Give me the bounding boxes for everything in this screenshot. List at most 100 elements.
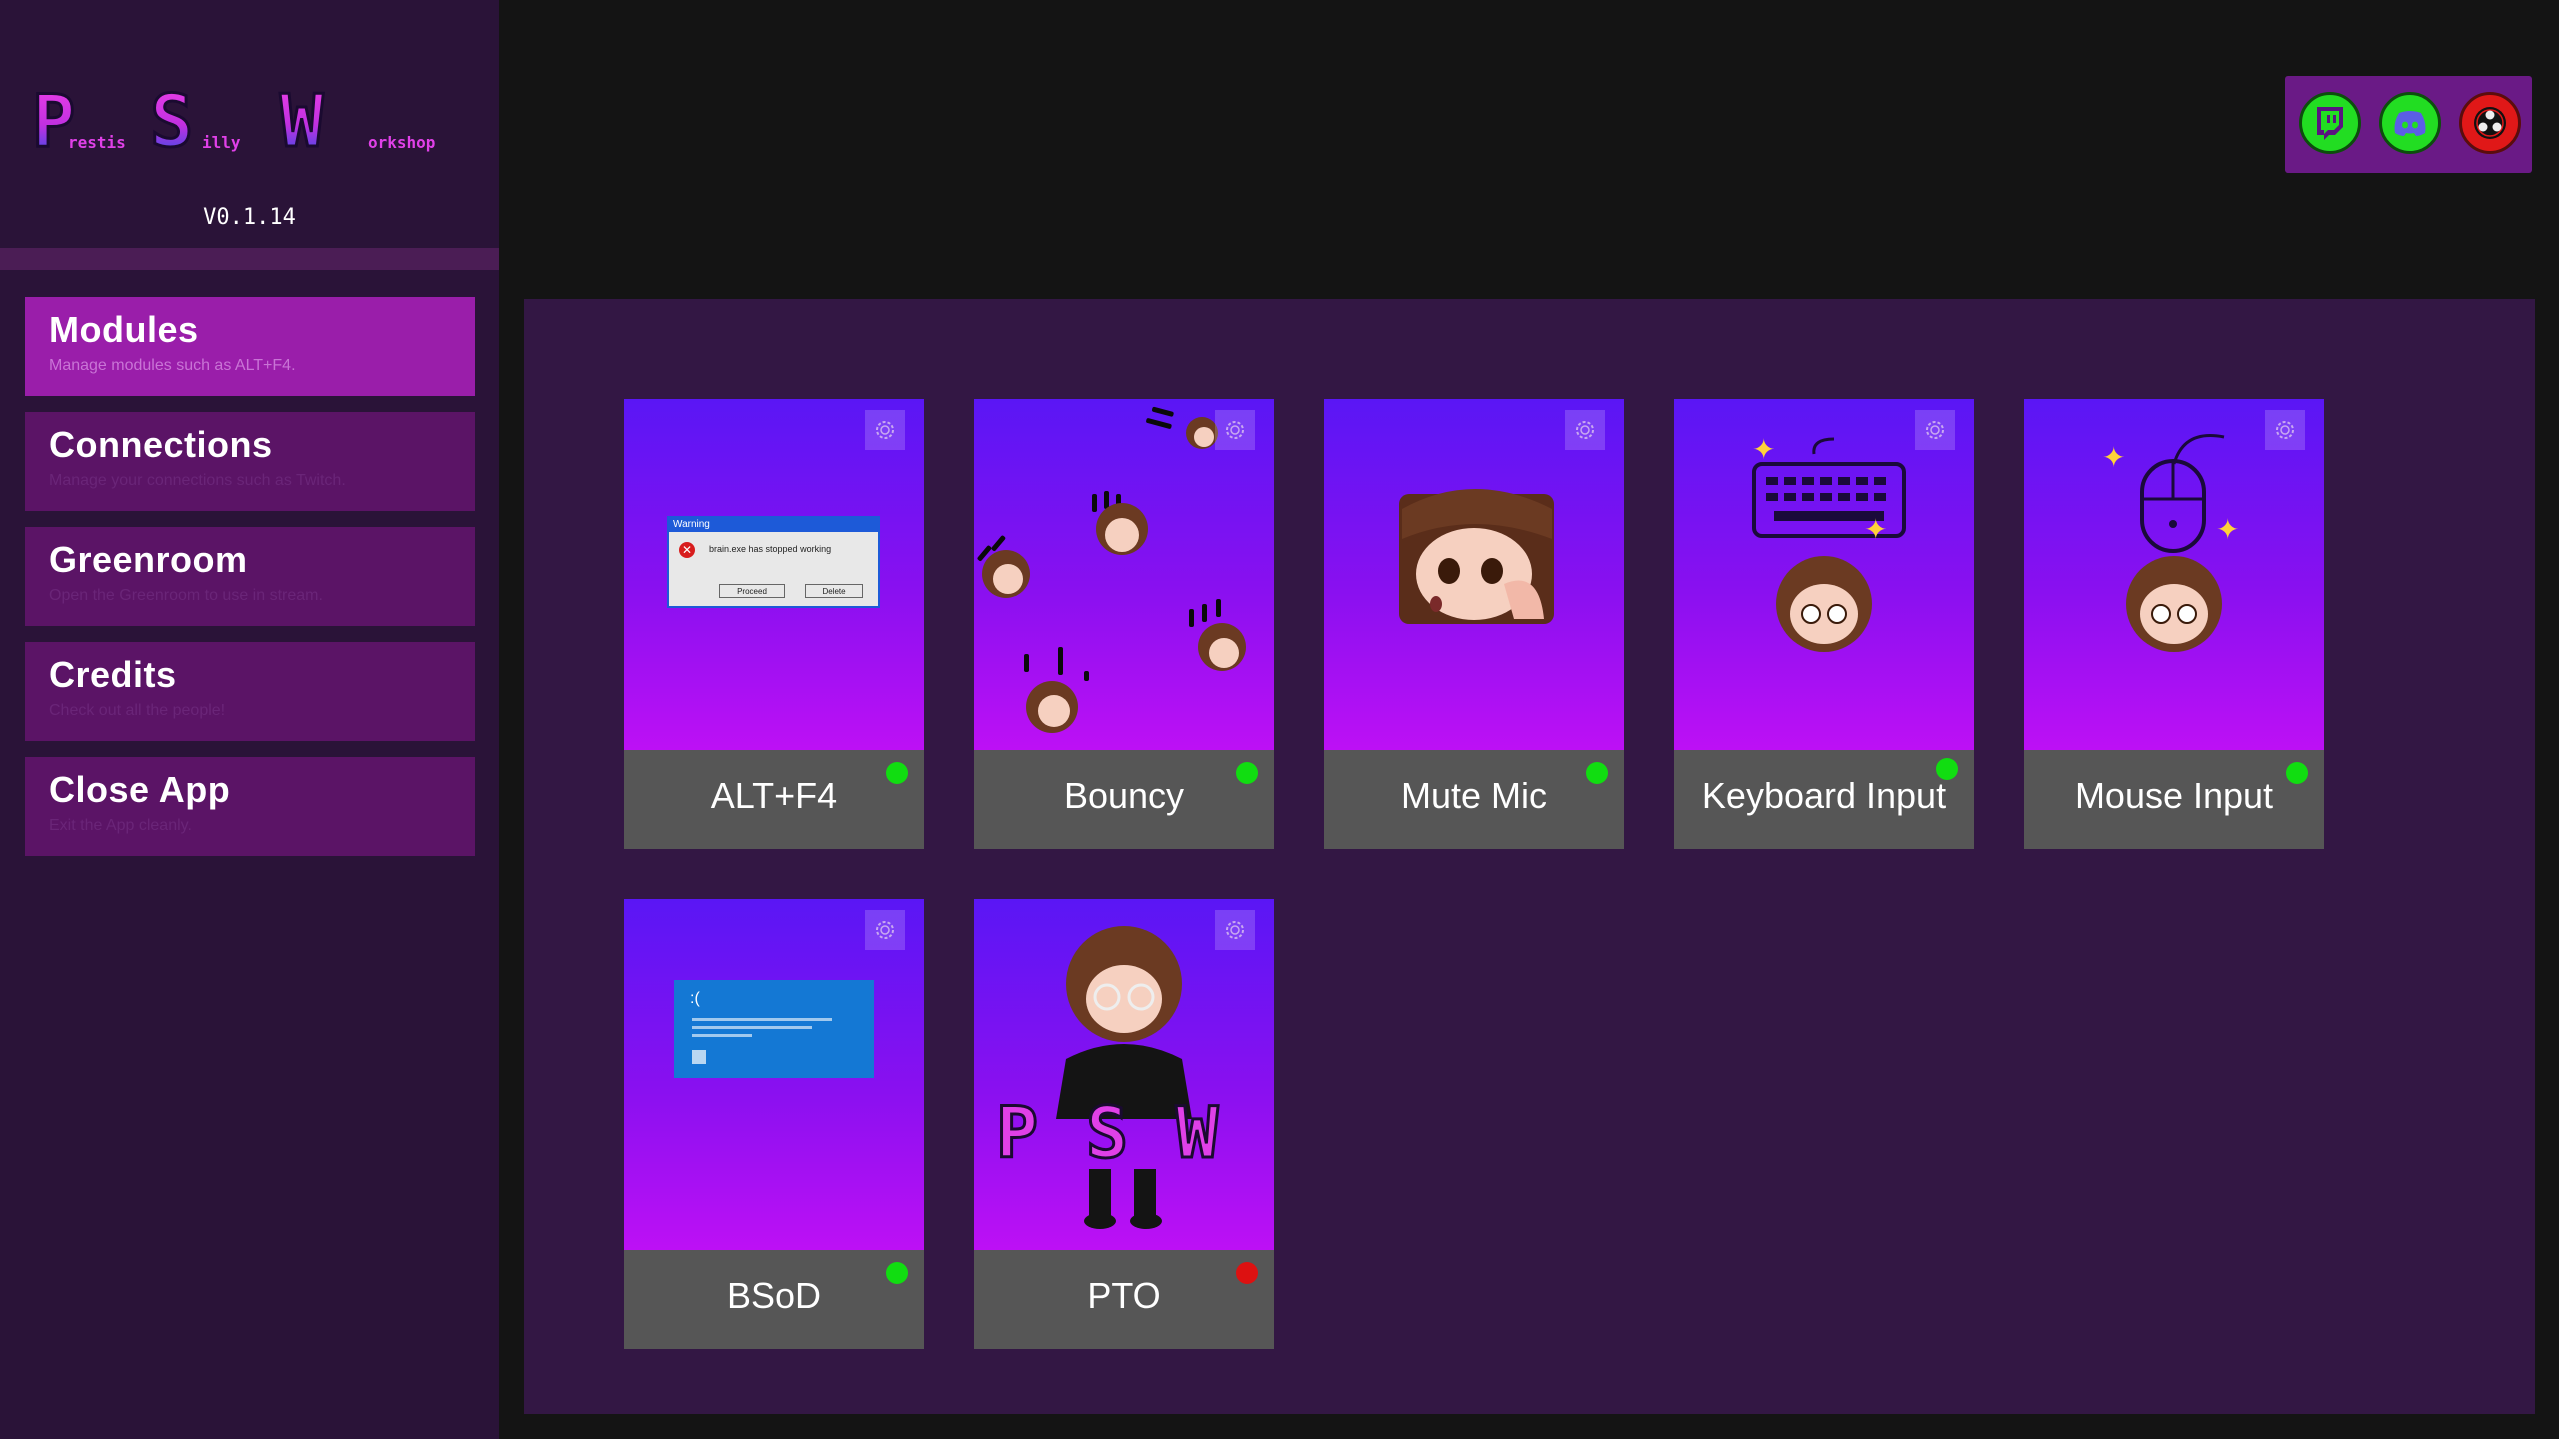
settings-button[interactable]	[865, 410, 905, 450]
module-art: ✦ ✦	[1674, 399, 1974, 750]
svg-text:✦: ✦	[2216, 513, 2239, 546]
settings-button[interactable]	[1915, 410, 1955, 450]
nav-title: Close App	[49, 769, 231, 810]
module-footer: PTO	[974, 1250, 1274, 1349]
obs-button[interactable]	[2459, 92, 2521, 154]
nav-title: Credits	[49, 654, 177, 695]
version-label: V0.1.14	[203, 205, 296, 230]
module-art	[974, 399, 1274, 750]
status-indicator	[1236, 1262, 1258, 1284]
qr-code-icon	[692, 1050, 706, 1064]
svg-text:✦: ✦	[1864, 513, 1887, 546]
gear-icon	[1226, 421, 1244, 439]
discord-button[interactable]	[2379, 92, 2441, 154]
keyboard-illustration: ✦ ✦	[1752, 433, 1906, 652]
module-card-alt-f4[interactable]: Warning ✕ brain.exe has stopped working …	[624, 399, 924, 849]
module-name: ALT+F4	[710, 775, 838, 816]
module-art	[1324, 399, 1624, 750]
gear-icon	[1226, 921, 1244, 939]
status-indicator	[1236, 762, 1258, 784]
module-name: Keyboard Input	[1701, 775, 1947, 816]
sidebar: P S W restis illy orkshop V0.1.14 Module…	[0, 0, 499, 1439]
module-card-bsod[interactable]: :( BSoD	[624, 899, 924, 1349]
settings-button[interactable]	[2265, 410, 2305, 450]
module-card-pto[interactable]: P S W PTO	[974, 899, 1274, 1349]
status-indicator	[886, 762, 908, 784]
module-name: PTO	[1087, 1275, 1161, 1316]
discord-icon	[2394, 111, 2426, 136]
gear-icon	[1576, 421, 1594, 439]
settings-button[interactable]	[1215, 910, 1255, 950]
gear-icon	[1926, 421, 1944, 439]
module-footer: Mouse Input	[2024, 750, 2324, 849]
module-art: P S W	[974, 899, 1274, 1250]
nav-greenroom[interactable]: Greenroom Open the Greenroom to use in s…	[25, 527, 475, 626]
logo-word-orkshop: orkshop	[368, 133, 435, 152]
logo-word-illy: illy	[202, 133, 241, 152]
module-footer: ALT+F4	[624, 750, 924, 849]
modules-panel: Warning ✕ brain.exe has stopped working …	[524, 299, 2535, 1414]
nav-connections[interactable]: Connections Manage your connections such…	[25, 412, 475, 511]
module-footer: Bouncy	[974, 750, 1274, 849]
module-footer: Mute Mic	[1324, 750, 1624, 849]
module-art: :(	[624, 899, 924, 1250]
nav-credits[interactable]: Credits Check out all the people!	[25, 642, 475, 741]
status-indicator	[1936, 758, 1958, 780]
settings-button[interactable]	[865, 910, 905, 950]
nav-title: Connections	[49, 424, 273, 465]
dialog-message: brain.exe has stopped working	[709, 544, 832, 554]
bsod-sad-face: :(	[690, 990, 700, 1007]
module-footer: Keyboard Input	[1674, 750, 1974, 849]
dialog-title: Warning	[669, 518, 878, 532]
mouse-illustration: ✦ ✦	[2102, 434, 2239, 652]
svg-text:✦: ✦	[2102, 441, 2125, 474]
module-card-mouse-input[interactable]: ✦ ✦ Mouse Input	[2024, 399, 2324, 849]
pto-logo-text: P	[996, 1092, 1038, 1174]
module-name: Mute Mic	[1400, 775, 1548, 816]
proceed-button: Proceed	[719, 584, 785, 598]
logo-letter-w: W	[280, 88, 324, 156]
module-footer: BSoD	[624, 1250, 924, 1349]
status-indicator	[886, 1262, 908, 1284]
nav-title: Modules	[49, 309, 199, 350]
module-card-mute-mic[interactable]: Mute Mic	[1324, 399, 1624, 849]
nav-title: Greenroom	[49, 539, 248, 580]
logo-letter-s: S	[150, 88, 193, 156]
delete-button: Delete	[805, 584, 863, 598]
svg-text:W: W	[1176, 1092, 1219, 1174]
module-name: Bouncy	[1063, 775, 1185, 816]
character-face-illustration	[1399, 489, 1554, 624]
bouncing-heads-illustration	[977, 406, 1246, 733]
nav-description: Check out all the people!	[49, 702, 226, 719]
logo-word-restis: restis	[68, 133, 126, 152]
psw-logo: P S W restis illy orkshop	[30, 88, 470, 156]
settings-button[interactable]	[1215, 410, 1255, 450]
module-name: BSoD	[726, 1275, 822, 1316]
gear-icon	[876, 421, 894, 439]
status-indicator	[2286, 762, 2308, 784]
twitch-button[interactable]	[2299, 92, 2361, 154]
module-name: Mouse Input	[2074, 775, 2274, 816]
psw-mascot-illustration: P S W	[995, 926, 1221, 1229]
module-art: ✦ ✦	[2024, 399, 2324, 750]
obs-icon	[2474, 107, 2506, 139]
error-icon: ✕	[679, 542, 695, 558]
nav-description: Exit the App cleanly.	[49, 817, 192, 834]
module-art: Warning ✕ brain.exe has stopped working …	[624, 399, 924, 750]
svg-text:S: S	[1086, 1092, 1128, 1174]
nav-description: Manage your connections such as Twitch.	[49, 472, 346, 489]
module-card-keyboard-input[interactable]: ✦ ✦ Keyboard Input	[1674, 399, 1974, 849]
warning-dialog: Warning ✕ brain.exe has stopped working …	[667, 516, 880, 608]
status-indicator	[1586, 762, 1608, 784]
nav-close-app[interactable]: Close App Exit the App cleanly.	[25, 757, 475, 856]
twitch-icon	[2317, 107, 2343, 140]
sidebar-divider	[0, 248, 499, 270]
svg-text:✦: ✦	[1752, 433, 1775, 466]
nav-description: Open the Greenroom to use in stream.	[49, 587, 323, 604]
gear-icon	[2276, 421, 2294, 439]
connection-status-bar	[2285, 76, 2532, 173]
nav-modules[interactable]: Modules Manage modules such as ALT+F4.	[25, 297, 475, 396]
module-card-bouncy[interactable]: Bouncy	[974, 399, 1274, 849]
bsod-screen: :(	[674, 980, 874, 1078]
settings-button[interactable]	[1565, 410, 1605, 450]
